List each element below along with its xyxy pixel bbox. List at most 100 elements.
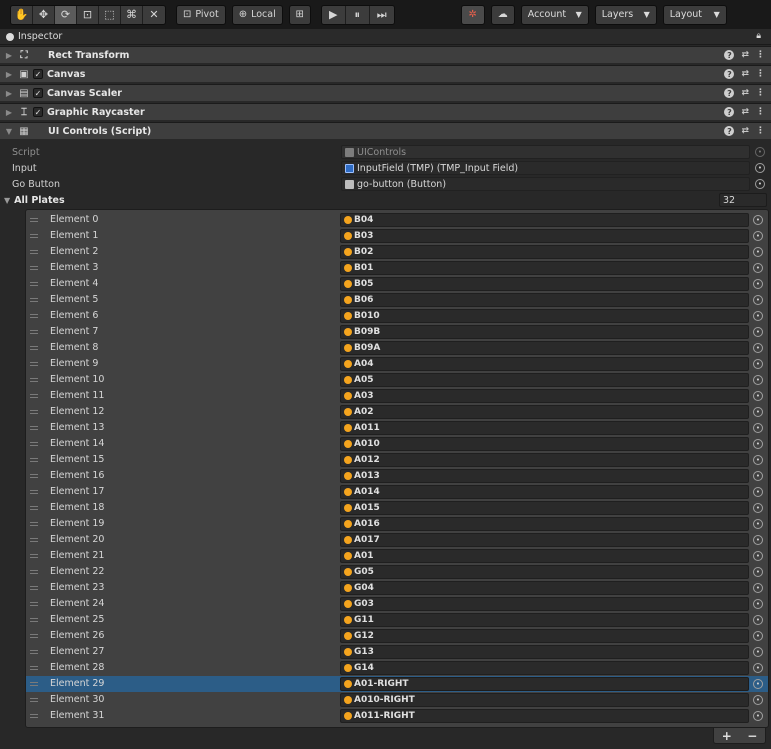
object-field[interactable]: A011	[340, 421, 749, 435]
tab-inspector[interactable]: Inspector	[0, 31, 62, 42]
list-item[interactable]: Element 1 B03 •	[26, 228, 768, 244]
object-field[interactable]: B04	[340, 213, 749, 227]
object-picker-icon[interactable]: •	[753, 439, 763, 449]
object-picker-icon[interactable]: •	[753, 519, 763, 529]
object-picker-icon[interactable]: •	[753, 263, 763, 273]
drag-handle-icon[interactable]	[30, 410, 38, 414]
drag-handle-icon[interactable]	[30, 330, 38, 334]
play-button[interactable]: ▶	[321, 5, 346, 24]
object-picker-icon[interactable]: •	[753, 615, 763, 625]
object-picker-icon[interactable]: •	[753, 599, 763, 609]
step-button[interactable]: ⏭	[369, 5, 394, 24]
collab-button[interactable]: ✲	[460, 4, 485, 25]
object-field[interactable]: B06	[340, 293, 749, 307]
object-picker-icon[interactable]: •	[753, 311, 763, 321]
list-item[interactable]: Element 27 G13 •	[26, 644, 768, 660]
drag-handle-icon[interactable]	[30, 218, 38, 222]
pause-button[interactable]: ⏸	[345, 5, 370, 24]
drag-handle-icon[interactable]	[30, 490, 38, 494]
object-field[interactable]: A02	[340, 405, 749, 419]
drag-handle-icon[interactable]	[30, 602, 38, 606]
object-picker-icon[interactable]: •	[753, 359, 763, 369]
scale-tool-button[interactable]: ⊡	[77, 5, 99, 24]
list-item[interactable]: Element 11 A03 •	[26, 388, 768, 404]
presets-icon[interactable]: ⇄	[741, 126, 749, 136]
object-picker-icon[interactable]: •	[753, 503, 763, 513]
remove-element-button[interactable]: −	[747, 729, 757, 743]
object-picker-icon[interactable]: •	[753, 679, 763, 689]
drag-handle-icon[interactable]	[30, 266, 38, 270]
presets-icon[interactable]: ⇄	[741, 88, 749, 98]
help-icon[interactable]: ?	[724, 88, 735, 98]
drag-handle-icon[interactable]	[30, 394, 38, 398]
list-item[interactable]: Element 22 G05 •	[26, 564, 768, 580]
drag-handle-icon[interactable]	[30, 298, 38, 302]
object-field[interactable]: A016	[340, 517, 749, 531]
list-item[interactable]: Element 13 A011 •	[26, 420, 768, 436]
object-field[interactable]: G05	[340, 565, 749, 579]
object-field[interactable]: G14	[340, 661, 749, 675]
move-tool-button[interactable]: ✥	[33, 5, 55, 24]
object-field[interactable]: A011-RIGHT	[340, 709, 749, 723]
object-picker-icon[interactable]: •	[753, 295, 763, 305]
foldout-closed-icon[interactable]: ▶	[2, 108, 16, 117]
presets-icon[interactable]: ⇄	[741, 69, 749, 79]
object-picker-icon[interactable]: •	[753, 231, 763, 241]
layers-dropdown[interactable]: Layers ▼	[594, 4, 657, 25]
list-item[interactable]: Element 15 A012 •	[26, 452, 768, 468]
kebab-menu-icon[interactable]: ⋮	[756, 88, 765, 98]
object-picker-icon[interactable]: •	[753, 471, 763, 481]
object-field[interactable]: G12	[340, 629, 749, 643]
component-header[interactable]: ▶ ▣ ✓ Canvas? ⇄ ⋮	[0, 65, 771, 82]
drag-handle-icon[interactable]	[30, 698, 38, 702]
kebab-menu-icon[interactable]: ⋮	[756, 69, 765, 79]
object-field[interactable]: G03	[340, 597, 749, 611]
drag-handle-icon[interactable]	[30, 282, 38, 286]
list-item[interactable]: Element 19 A016 •	[26, 516, 768, 532]
list-size-field[interactable]: 32	[719, 193, 767, 207]
object-field[interactable]: A012	[340, 453, 749, 467]
object-field[interactable]: A015	[340, 501, 749, 515]
drag-handle-icon[interactable]	[30, 506, 38, 510]
list-item[interactable]: Element 26 G12 •	[26, 628, 768, 644]
object-field[interactable]: A01-RIGHT	[340, 677, 749, 691]
list-item[interactable]: Element 14 A010 •	[26, 436, 768, 452]
list-item[interactable]: Element 20 A017 •	[26, 532, 768, 548]
presets-icon[interactable]: ⇄	[741, 50, 749, 60]
object-field[interactable]: B010	[340, 309, 749, 323]
object-field[interactable]: A013	[340, 469, 749, 483]
list-item[interactable]: Element 9 A04 •	[26, 356, 768, 372]
input-field[interactable]: InputField (TMP) (TMP_Input Field)	[341, 161, 750, 175]
hand-tool-button[interactable]: ✋	[11, 5, 33, 24]
help-icon[interactable]: ?	[724, 107, 735, 117]
rotate-tool-button[interactable]: ⟳	[55, 5, 77, 24]
foldout-open-icon[interactable]: ▼	[2, 127, 16, 136]
object-field[interactable]: B01	[340, 261, 749, 275]
object-field[interactable]: A04	[340, 357, 749, 371]
drag-handle-icon[interactable]	[30, 474, 38, 478]
drag-handle-icon[interactable]	[30, 314, 38, 318]
object-field[interactable]: A05	[340, 373, 749, 387]
drag-handle-icon[interactable]	[30, 666, 38, 670]
pivot-toggle[interactable]: ⊡ Pivot	[176, 4, 226, 25]
object-field[interactable]: B02	[340, 245, 749, 259]
foldout-arrow-icon[interactable]: ▼	[4, 196, 10, 205]
layout-dropdown[interactable]: Layout ▼	[662, 4, 727, 25]
object-picker-icon[interactable]: •	[755, 163, 765, 173]
foldout-closed-icon[interactable]: ▶	[2, 89, 16, 98]
help-icon[interactable]: ?	[724, 126, 735, 136]
object-field[interactable]: A014	[340, 485, 749, 499]
go-button-field[interactable]: go-button (Button)	[341, 177, 750, 191]
list-item[interactable]: Element 7 B09B •	[26, 324, 768, 340]
kebab-menu-icon[interactable]: ⋮	[756, 126, 765, 136]
object-picker-icon[interactable]: •	[753, 407, 763, 417]
enabled-checkbox[interactable]: ✓	[33, 69, 43, 79]
object-picker-icon[interactable]: •	[753, 375, 763, 385]
drag-handle-icon[interactable]	[30, 682, 38, 686]
object-picker-icon[interactable]: •	[753, 647, 763, 657]
list-item[interactable]: Element 5 B06 •	[26, 292, 768, 308]
list-item[interactable]: Element 2 B02 •	[26, 244, 768, 260]
drag-handle-icon[interactable]	[30, 250, 38, 254]
component-header[interactable]: ▼ ▦ UI Controls (Script)? ⇄ ⋮	[0, 122, 771, 139]
list-item[interactable]: Element 4 B05 •	[26, 276, 768, 292]
